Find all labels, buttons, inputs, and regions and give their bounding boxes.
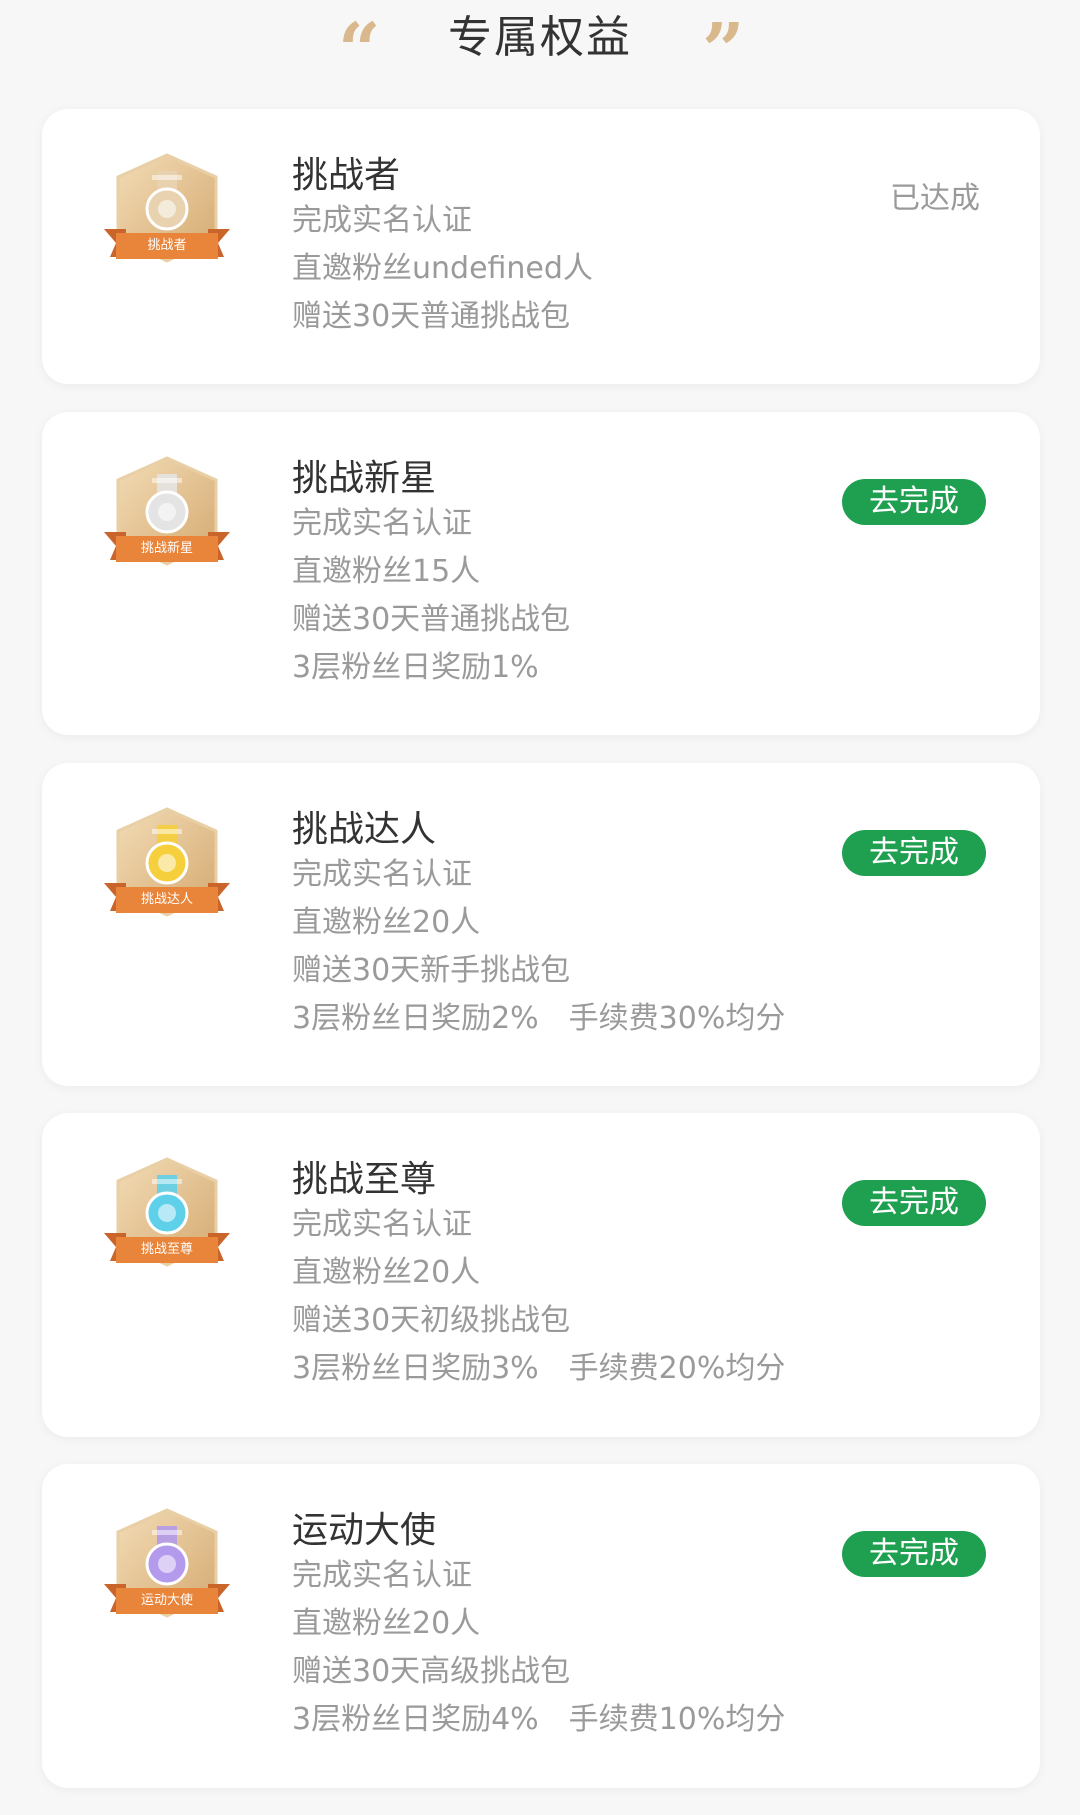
- go-complete-button[interactable]: 去完成: [842, 1180, 986, 1226]
- badge-label: 挑战新星: [140, 541, 193, 556]
- tier-title: 挑战新星: [292, 458, 437, 499]
- tier-card: 挑战者 挑战者 完成实名认证 直邀粉丝undefined人 赠送30天普通挑战包 已达成: [42, 109, 1040, 384]
- benefit-item: 完成实名认证: [292, 506, 472, 541]
- benefit-item: 3层粉丝日奖励2% 手续费30%均分: [292, 1001, 786, 1036]
- tier-title: 运动大使: [292, 1510, 437, 1551]
- tier-card: 运动大使 运动大使 完成实名认证 直邀粉丝20人 赠送30天高级挑战包 3层粉丝日奖励4%…: [42, 1464, 1040, 1788]
- benefit-item: 3层粉丝日奖励1%: [292, 650, 539, 685]
- badge-label: 挑战达人: [140, 892, 193, 907]
- badge-label: 挑战者: [147, 238, 187, 253]
- tier-badge-icon: 挑战新星: [104, 456, 230, 574]
- tier-title: 挑战者: [292, 155, 401, 196]
- badge-label: 挑战至尊: [140, 1242, 193, 1257]
- tier-title: 挑战达人: [292, 809, 437, 850]
- benefit-item: 完成实名认证: [292, 203, 472, 238]
- benefit-item: 直邀粉丝15人: [292, 554, 481, 589]
- tier-badge-icon: 运动大使: [104, 1508, 230, 1626]
- benefit-item: 3层粉丝日奖励3% 手续费20%均分: [292, 1351, 786, 1386]
- page-header: “ 专属权益 ”: [0, 0, 1080, 94]
- benefit-item: 赠送30天普通挑战包: [292, 602, 571, 637]
- benefit-item: 直邀粉丝20人: [292, 1606, 481, 1641]
- tier-title: 挑战至尊: [292, 1159, 437, 1200]
- go-complete-button[interactable]: 去完成: [842, 830, 986, 876]
- benefit-item: 直邀粉丝undefined人: [292, 251, 593, 286]
- benefit-item: 赠送30天普通挑战包: [292, 299, 571, 334]
- badge-label: 运动大使: [140, 1593, 193, 1608]
- tier-badge-icon: 挑战至尊: [104, 1157, 230, 1275]
- tier-card: 挑战达人 挑战达人 完成实名认证 直邀粉丝20人 赠送30天新手挑战包 3层粉丝日奖励2%…: [42, 763, 1040, 1086]
- benefit-item: 完成实名认证: [292, 857, 472, 892]
- benefit-item: 直邀粉丝20人: [292, 905, 481, 940]
- benefit-item: 赠送30天初级挑战包: [292, 1303, 571, 1338]
- go-complete-button[interactable]: 去完成: [842, 479, 986, 525]
- benefit-item: 直邀粉丝20人: [292, 1255, 481, 1290]
- benefit-item: 赠送30天新手挑战包: [292, 953, 571, 988]
- benefit-item: 完成实名认证: [292, 1207, 472, 1242]
- benefit-item: 赠送30天高级挑战包: [292, 1654, 571, 1689]
- go-complete-button[interactable]: 去完成: [842, 1531, 986, 1577]
- tier-card: 挑战至尊 挑战至尊 完成实名认证 直邀粉丝20人 赠送30天初级挑战包 3层粉丝日奖励3%…: [42, 1113, 1040, 1437]
- tier-card: 挑战新星 挑战新星 完成实名认证 直邀粉丝15人 赠送30天普通挑战包 3层粉丝日奖励1%…: [42, 412, 1040, 735]
- tier-badge-icon: 挑战者: [104, 153, 230, 271]
- benefit-item: 3层粉丝日奖励4% 手续费10%均分: [292, 1702, 786, 1737]
- benefit-item: 完成实名认证: [292, 1558, 472, 1593]
- close-quote-icon: ”: [702, 8, 745, 94]
- tier-badge-icon: 挑战达人: [104, 807, 230, 925]
- page-title: 专属权益: [448, 12, 632, 63]
- achieved-status: 已达成: [890, 181, 980, 216]
